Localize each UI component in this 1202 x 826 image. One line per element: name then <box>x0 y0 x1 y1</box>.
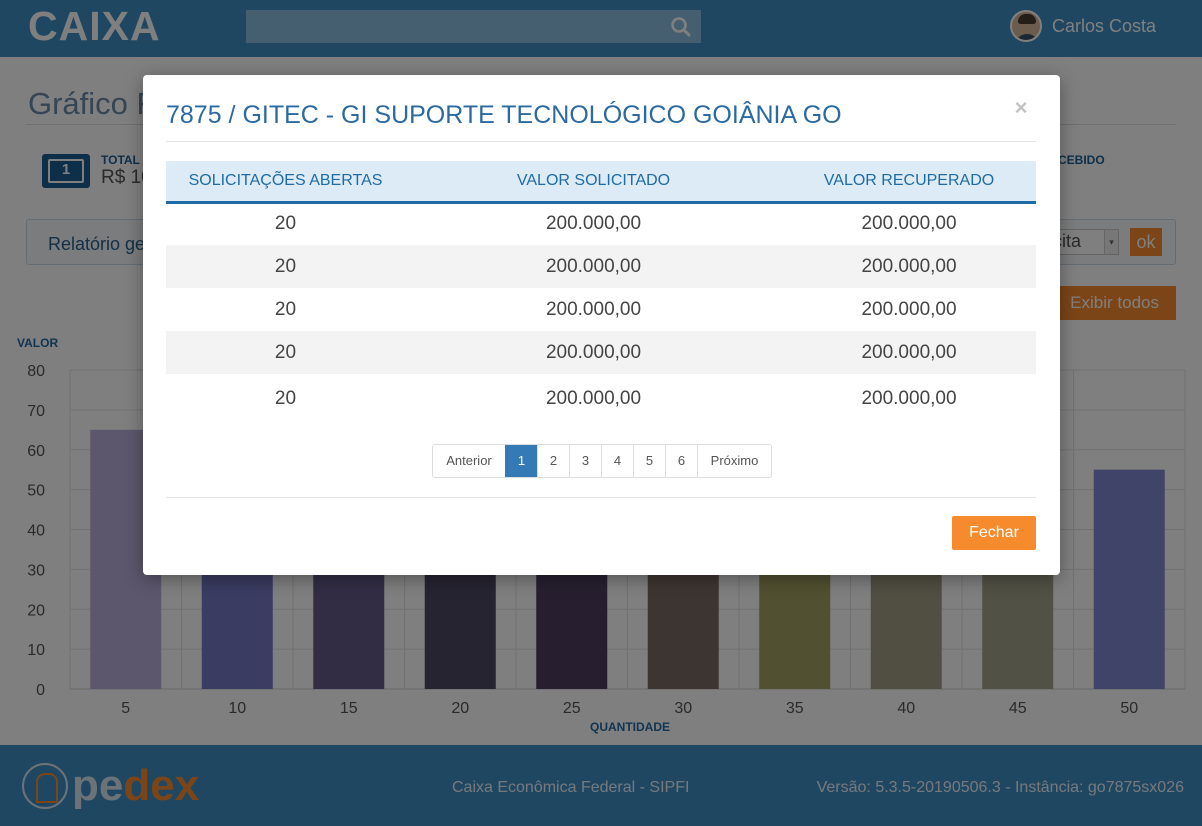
column-header: SOLICITAÇÕES ABERTAS <box>166 161 405 204</box>
modal-title: 7875 / GITEC - GI SUPORTE TECNOLÓGICO GO… <box>166 101 842 129</box>
column-header: VALOR RECUPERADO <box>782 161 1036 204</box>
pagination: Anterior 1 2 3 4 5 6 Próximo <box>432 444 772 478</box>
table-cell: 20 <box>166 331 405 374</box>
pagination-page-3[interactable]: 3 <box>569 445 601 477</box>
details-table: SOLICITAÇÕES ABERTAS VALOR SOLICITADO VA… <box>166 161 1036 424</box>
table-cell: 20 <box>274 298 297 320</box>
table-cell: 200.000,00 <box>861 388 957 409</box>
table-row: 20 200.000,00 200.000,00 <box>166 202 1036 245</box>
table-header-row: SOLICITAÇÕES ABERTAS VALOR SOLICITADO VA… <box>166 161 1036 204</box>
table-cell: 200.000,00 <box>861 213 957 235</box>
table-cell: 200.000,00 <box>545 388 642 409</box>
pagination-page-1[interactable]: 1 <box>505 445 537 477</box>
table-cell: 200.000,00 <box>861 298 957 320</box>
column-header: VALOR SOLICITADO <box>405 161 782 204</box>
close-icon[interactable]: × <box>1011 95 1031 121</box>
table-cell: 20 <box>274 388 297 409</box>
pagination-page-5[interactable]: 5 <box>633 445 665 477</box>
modal-header-divider <box>166 141 1036 142</box>
table-cell: 20 <box>166 245 405 288</box>
details-modal: 7875 / GITEC - GI SUPORTE TECNOLÓGICO GO… <box>143 75 1060 575</box>
pagination-next[interactable]: Próximo <box>697 445 771 477</box>
table-cell: 200.000,00 <box>782 245 1036 288</box>
table-cell: 200.000,00 <box>782 331 1036 374</box>
table-cell: 200.000,00 <box>545 298 642 320</box>
table-row: 20 200.000,00 200.000,00 <box>166 245 1036 288</box>
pagination-page-6[interactable]: 6 <box>665 445 697 477</box>
pagination-page-4[interactable]: 4 <box>601 445 633 477</box>
table-row: 20 200.000,00 200.000,00 <box>166 374 1036 424</box>
pagination-page-2[interactable]: 2 <box>537 445 569 477</box>
pagination-previous[interactable]: Anterior <box>433 445 505 477</box>
table-cell: 200.000,00 <box>405 245 782 288</box>
table-row: 20 200.000,00 200.000,00 <box>166 331 1036 374</box>
table-cell: 200.000,00 <box>545 213 642 235</box>
table-row: 20 200.000,00 200.000,00 <box>166 288 1036 331</box>
table-cell: 20 <box>274 213 297 235</box>
modal-footer-divider <box>166 497 1036 498</box>
table-cell: 200.000,00 <box>405 331 782 374</box>
close-button[interactable]: Fechar <box>952 516 1036 550</box>
